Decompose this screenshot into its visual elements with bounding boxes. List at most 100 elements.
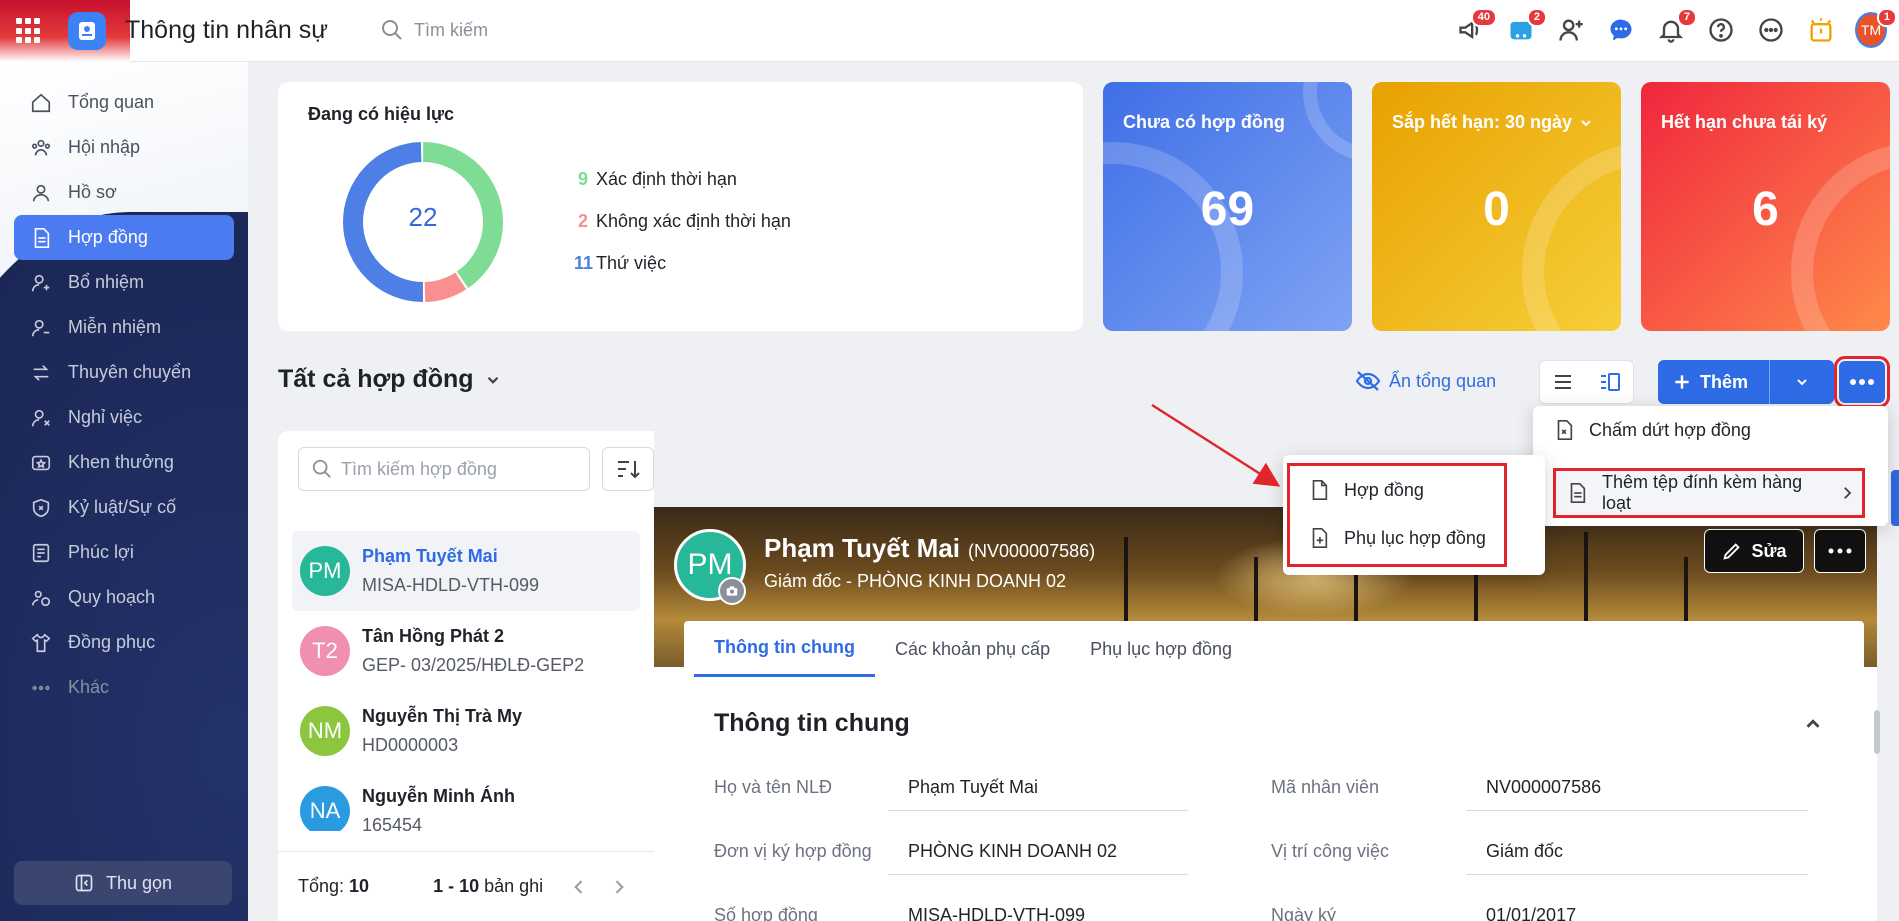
document-icon xyxy=(34,227,50,248)
total-label: Tổng: xyxy=(298,876,345,896)
more-actions-button[interactable] xyxy=(1834,356,1890,408)
legend-item[interactable]: 11 Thứ việc xyxy=(574,242,791,284)
help-button[interactable] xyxy=(1705,12,1737,48)
collapse-label: Thu gọn xyxy=(105,872,173,893)
employee-list-item[interactable]: T2 Tân Hồng Phát 2 GEP- 03/2025/HĐLĐ-GEP2 xyxy=(292,611,640,691)
user-avatar-button[interactable]: TM 1 xyxy=(1855,8,1897,48)
tab-allowances[interactable]: Các khoản phụ cấp xyxy=(875,621,1070,677)
menu-terminate-contract[interactable]: Chấm dứt hợp đồng xyxy=(1533,406,1888,454)
sidebar-item-9[interactable]: Kỷ luật/Sự cố xyxy=(14,485,234,530)
sidebar-item-12[interactable]: Đồng phục xyxy=(14,620,234,665)
submenu-appendix[interactable]: Phụ lục hợp đồng xyxy=(1290,514,1504,562)
hide-overview-label: Ẩn tổng quan xyxy=(1389,370,1497,391)
bulk-attach-submenu: Hợp đồng Phụ lục hợp đồng xyxy=(1283,455,1545,575)
employee-avatar: NM xyxy=(300,706,350,756)
sidebar-item-10[interactable]: Phúc lợi xyxy=(14,530,234,575)
sidebar-item-6[interactable]: Thuyên chuyển xyxy=(14,350,234,395)
tips-button[interactable] xyxy=(1805,12,1837,48)
employee-avatar: NA xyxy=(300,786,350,831)
chat-button[interactable] xyxy=(1605,12,1637,48)
tab-appendix[interactable]: Phụ lục hợp đồng xyxy=(1070,621,1252,677)
employee-avatar: PM xyxy=(300,546,350,596)
sidebar-item-13[interactable]: Khác xyxy=(14,665,234,710)
hide-overview-button[interactable]: Ẩn tổng quan xyxy=(1355,370,1496,392)
side-panel-handle[interactable] xyxy=(1891,470,1899,526)
sidebar-item-8[interactable]: Khen thưởng xyxy=(14,440,234,485)
stat-value: 69 xyxy=(1200,183,1255,236)
announcement-button[interactable]: 40 xyxy=(1455,8,1497,48)
page-range-suffix: bản ghi xyxy=(484,876,544,896)
employee-list-item[interactable]: NA Nguyễn Minh Ánh 165454 xyxy=(292,771,640,831)
sidebar-item-0[interactable]: Tổng quan xyxy=(14,80,234,125)
award-icon xyxy=(31,455,51,470)
search-icon xyxy=(382,20,402,40)
contract-list-panel: Tìm kiếm hợp đồng PM Phạm Tuyết Mai MISA-H… xyxy=(278,431,654,921)
next-page-icon[interactable] xyxy=(609,877,629,897)
legend-item[interactable]: 2 Không xác định thời hạn xyxy=(574,200,791,242)
contract-detail-panel: PM Phạm Tuyết Mai (NV000007586) Giám đốc … xyxy=(654,507,1877,921)
legend-item[interactable]: 9 Xác định thời hạn xyxy=(574,158,791,200)
sidebar-item-1[interactable]: Hội nhập xyxy=(14,125,234,170)
list-footer: Tổng: 10 1 - 10 bản ghi xyxy=(278,851,654,921)
more-apps-button[interactable] xyxy=(1755,12,1787,48)
sidebar-item-label: Hồ sơ xyxy=(68,182,117,202)
contract-code: MISA-HDLD-VTH-099 xyxy=(362,575,540,595)
notification-button[interactable]: 7 xyxy=(1655,8,1697,48)
sidebar-item-label: Đồng phục xyxy=(68,632,156,652)
global-search[interactable]: Tìm kiếm xyxy=(380,18,488,42)
tab-general-info[interactable]: Thông tin chung xyxy=(694,621,875,677)
sidebar-item-11[interactable]: Quy hoạch xyxy=(14,575,234,620)
eye-off-icon xyxy=(1355,371,1381,391)
split-view-button[interactable] xyxy=(1587,361,1634,403)
add-dropdown-button[interactable] xyxy=(1770,360,1834,404)
detail-more-button[interactable] xyxy=(1814,529,1866,573)
chevron-down-icon xyxy=(487,376,498,384)
global-search-placeholder: Tìm kiếm xyxy=(414,19,488,40)
contract-search-input[interactable]: Tìm kiếm hợp đồng xyxy=(298,447,590,491)
help-icon xyxy=(1709,18,1733,42)
sidebar-item-label: Tổng quan xyxy=(68,92,155,112)
cart-button[interactable]: 2 xyxy=(1505,8,1547,48)
planning-icon xyxy=(31,590,51,606)
sidebar-item-5[interactable]: Miễn nhiệm xyxy=(14,305,234,350)
list-view-button[interactable] xyxy=(1540,361,1587,403)
sidebar-item-label: Khác xyxy=(68,677,110,697)
edit-button[interactable]: Sửa xyxy=(1704,529,1804,573)
employee-list-item[interactable]: PM Phạm Tuyết Mai MISA-HDLD-VTH-099 xyxy=(292,531,640,611)
stat-card-expired[interactable]: Hết hạn chưa tái ký 6 xyxy=(1641,82,1890,331)
contract-filter-dropdown[interactable]: Tất cả hợp đồng xyxy=(278,365,502,394)
user-plus-icon xyxy=(1559,19,1583,41)
search-icon xyxy=(312,459,331,478)
detail-scrollbar[interactable] xyxy=(1874,710,1880,754)
more-actions-menu: Chấm dứt hợp đồng Thêm tệp đính kèm hàng… xyxy=(1533,406,1888,526)
sidebar-item-3[interactable]: Hợp đồng xyxy=(14,215,234,260)
sort-button[interactable] xyxy=(602,447,654,491)
plus-icon xyxy=(1675,375,1689,389)
chevron-down-icon[interactable] xyxy=(1578,115,1594,131)
legend-label: Không xác định thời hạn xyxy=(596,210,791,231)
camera-icon xyxy=(726,586,738,596)
top-bar: Thông tin nhân sự Tìm kiếm 40 2 7 TM 1 xyxy=(0,0,1899,62)
stat-card-expiring[interactable]: Sắp hết hạn: 30 ngày 0 xyxy=(1372,82,1621,331)
add-user-button[interactable] xyxy=(1555,12,1587,48)
chevron-right-icon xyxy=(1844,487,1852,499)
submenu-contract[interactable]: Hợp đồng xyxy=(1290,466,1504,514)
prev-page-icon[interactable] xyxy=(569,877,589,897)
employee-code: (NV000007586) xyxy=(968,541,1096,561)
app-grid-icon[interactable] xyxy=(16,18,42,44)
chevron-up-icon[interactable] xyxy=(1802,713,1824,735)
add-contract-button[interactable]: Thêm xyxy=(1658,360,1770,404)
sidebar-item-7[interactable]: Nghỉ việc xyxy=(14,395,234,440)
collapse-sidebar-button[interactable]: Thu gọn xyxy=(14,861,232,905)
change-photo-button[interactable] xyxy=(718,577,746,605)
employee-list-item[interactable]: NM Nguyễn Thị Trà My HD0000003 xyxy=(292,691,640,771)
field-label-sign-date: Ngày ký xyxy=(1271,905,1337,921)
stat-card-no-contract[interactable]: Chưa có hợp đồng 69 xyxy=(1103,82,1352,331)
sidebar-item-label: Quy hoạch xyxy=(68,587,156,607)
legend-label: Thứ việc xyxy=(596,252,667,273)
pencil-icon xyxy=(1723,543,1741,560)
sidebar-item-4[interactable]: Bổ nhiệm xyxy=(14,260,234,305)
menu-bulk-attach[interactable]: Thêm tệp đính kèm hàng loạt xyxy=(1553,468,1865,518)
sidebar-item-2[interactable]: Hồ sơ xyxy=(14,170,234,215)
user-icon xyxy=(32,184,50,201)
